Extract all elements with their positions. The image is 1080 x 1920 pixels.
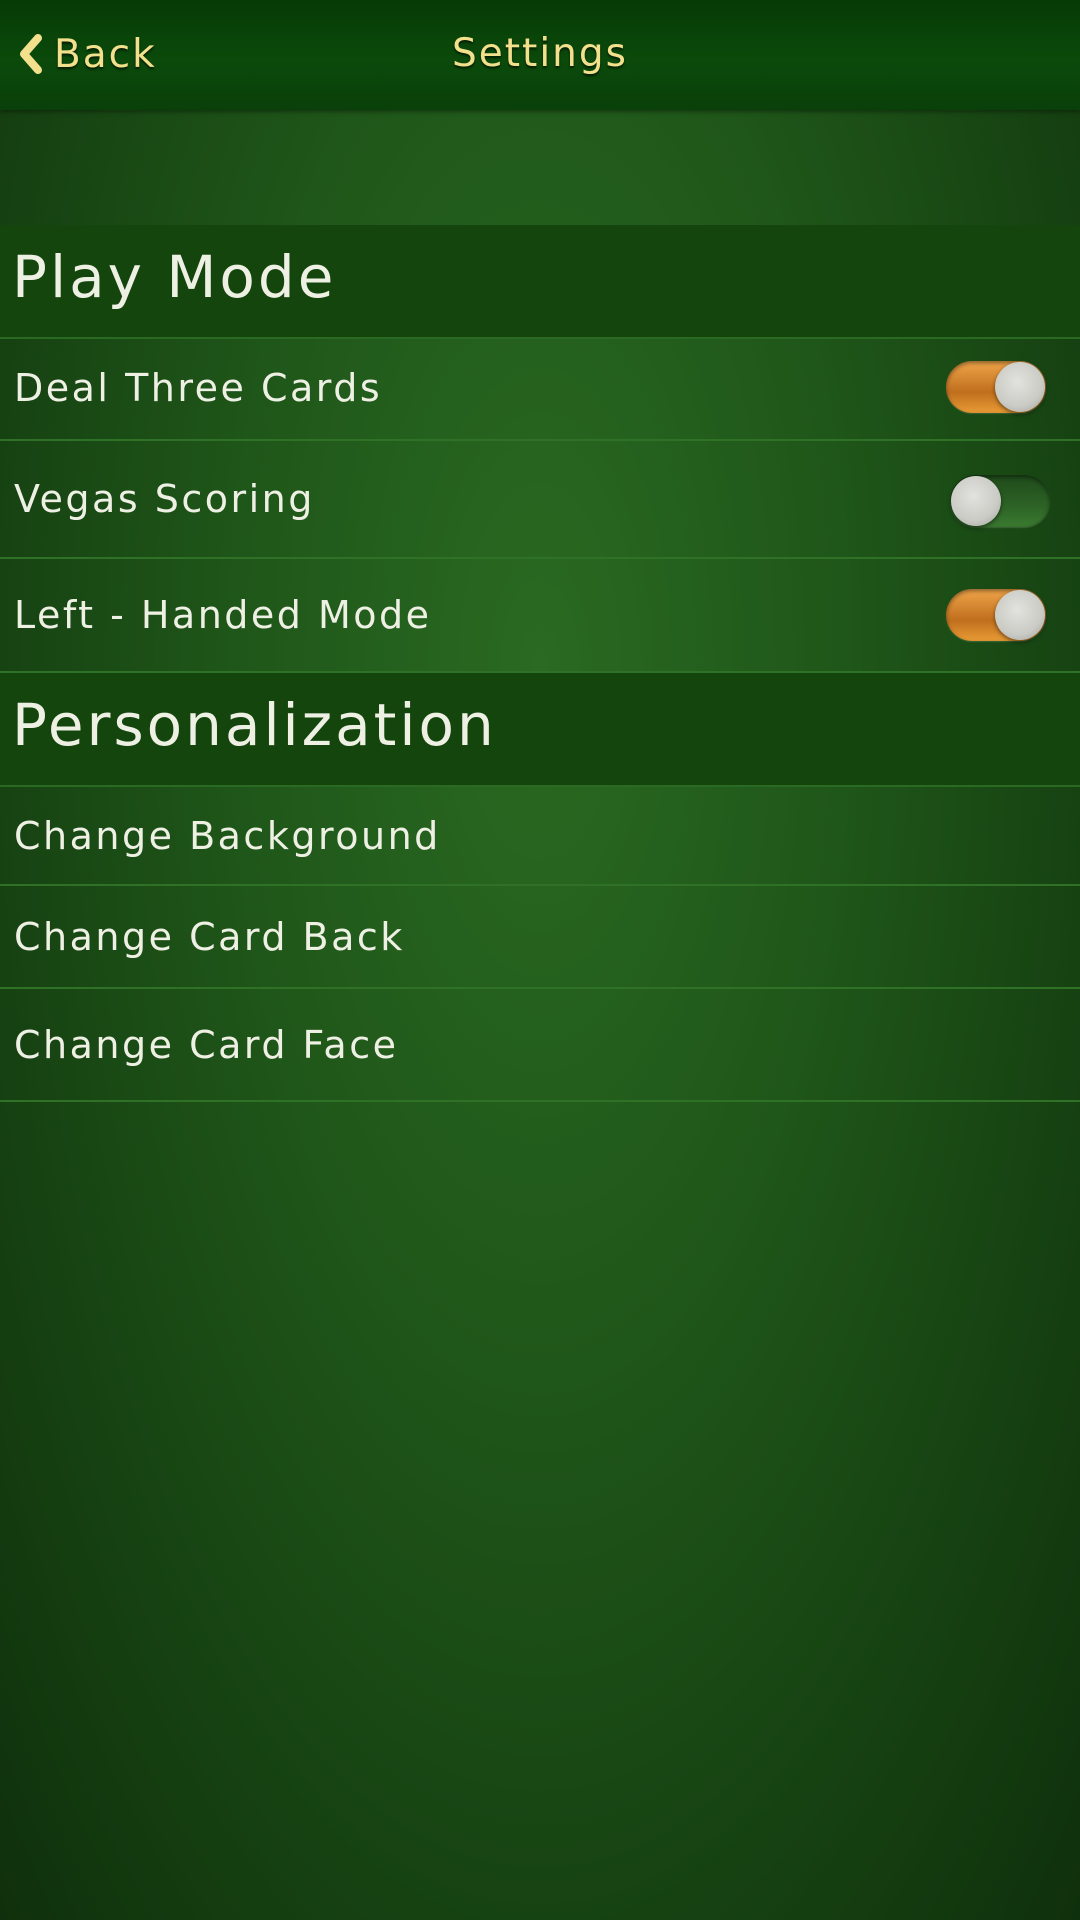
setting-row-vegas-scoring[interactable]: Vegas Scoring — [0, 441, 1080, 559]
left-handed-mode-toggle[interactable] — [946, 589, 1046, 641]
toggle-knob — [995, 590, 1045, 640]
vegas-scoring-toggle[interactable] — [950, 475, 1050, 527]
setting-row-change-background[interactable]: Change Background — [0, 787, 1080, 886]
setting-row-deal-three-cards[interactable]: Deal Three Cards — [0, 337, 1080, 441]
setting-label: Deal Three Cards — [14, 366, 383, 410]
setting-row-change-card-face[interactable]: Change Card Face — [0, 989, 1080, 1102]
deal-three-cards-toggle[interactable] — [946, 361, 1046, 413]
setting-label: Left - Handed Mode — [14, 593, 432, 637]
toggle-knob — [951, 476, 1001, 526]
section-header-personalization: Personalization — [0, 673, 1080, 787]
toggle-knob — [995, 362, 1045, 412]
section-title: Personalization — [12, 691, 497, 759]
setting-label: Change Background — [14, 813, 441, 858]
setting-label: Change Card Face — [14, 1022, 399, 1067]
setting-row-left-handed-mode[interactable]: Left - Handed Mode — [0, 559, 1080, 673]
page-title: Settings — [452, 31, 628, 76]
section-header-play-mode: Play Mode — [0, 225, 1080, 339]
setting-row-change-card-back[interactable]: Change Card Back — [0, 886, 1080, 989]
setting-label: Change Card Back — [14, 914, 405, 959]
section-title: Play Mode — [12, 243, 337, 311]
top-nav-bar: Back Settings — [0, 0, 1080, 110]
setting-label: Vegas Scoring — [14, 477, 315, 521]
